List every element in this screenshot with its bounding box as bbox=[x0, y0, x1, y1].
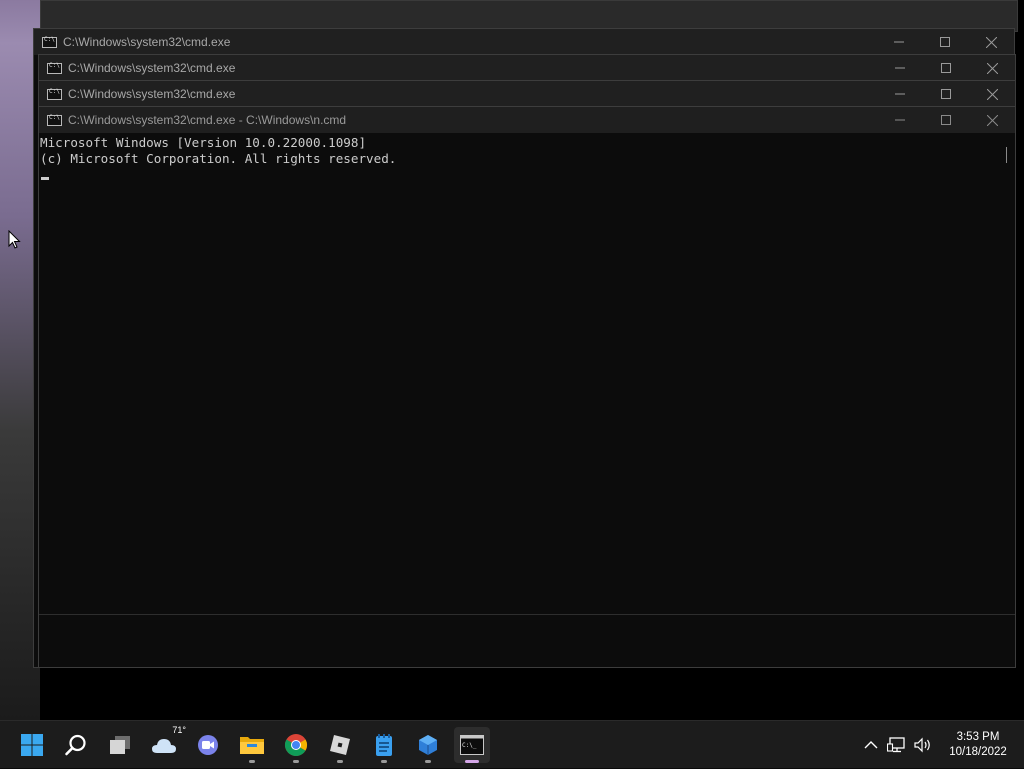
close-button[interactable] bbox=[969, 81, 1015, 107]
clock-date: 10/18/2022 bbox=[949, 746, 1007, 758]
console-line-copyright: (c) Microsoft Corporation. All rights re… bbox=[40, 151, 397, 166]
file-explorer-icon bbox=[240, 737, 264, 754]
close-button[interactable] bbox=[969, 107, 1015, 133]
minimize-button[interactable] bbox=[877, 81, 923, 107]
cmd-icon bbox=[47, 62, 62, 74]
cmd-icon bbox=[47, 114, 62, 126]
window-title: C:\Windows\system32\cmd.exe bbox=[63, 35, 231, 49]
maximize-icon bbox=[940, 37, 950, 47]
system-tray: 3:53 PM 10/18/2022 bbox=[860, 721, 1024, 769]
network-icon bbox=[887, 737, 905, 753]
minimize-icon bbox=[895, 67, 905, 69]
active-indicator bbox=[465, 760, 479, 763]
cmd-icon bbox=[47, 88, 62, 100]
clock-time: 3:53 PM bbox=[956, 731, 1000, 743]
cmd-button[interactable]: C:\_ bbox=[454, 727, 490, 763]
roblox-icon bbox=[330, 735, 350, 755]
console-line-version: Microsoft Windows [Version 10.0.22000.10… bbox=[40, 135, 367, 150]
speaker-icon bbox=[914, 737, 930, 753]
chat-icon bbox=[198, 735, 218, 755]
maximize-button[interactable] bbox=[923, 81, 969, 107]
close-icon bbox=[986, 114, 998, 126]
volume-button[interactable] bbox=[912, 734, 934, 756]
weather-temperature: 71° bbox=[172, 725, 186, 735]
taskbar: 71° C:\_ 3:53 PM 10/18/2022 bbox=[0, 720, 1024, 768]
maximize-button[interactable] bbox=[923, 107, 969, 133]
text-cursor bbox=[41, 177, 49, 180]
network-button[interactable] bbox=[886, 734, 908, 756]
running-indicator bbox=[425, 760, 431, 763]
maximize-icon bbox=[941, 63, 951, 73]
maximize-button[interactable] bbox=[922, 29, 968, 55]
chrome-icon bbox=[285, 734, 307, 756]
title-bar[interactable]: C:\Windows\system32\cmd.exe bbox=[39, 81, 1015, 107]
clock[interactable]: 3:53 PM 10/18/2022 bbox=[938, 730, 1018, 760]
file-explorer-button[interactable] bbox=[234, 727, 270, 763]
minimize-icon bbox=[894, 41, 904, 43]
running-indicator bbox=[249, 760, 255, 763]
title-bar[interactable]: C:\Windows\system32\cmd.exe bbox=[39, 55, 1015, 81]
close-button[interactable] bbox=[968, 29, 1014, 55]
chat-button[interactable] bbox=[190, 727, 226, 763]
maximize-icon bbox=[941, 115, 951, 125]
weather-widget[interactable]: 71° bbox=[146, 725, 186, 763]
notepad-icon bbox=[376, 734, 392, 756]
cmd-window-active[interactable]: C:\Windows\system32\cmd.exe - C:\Windows… bbox=[38, 106, 1016, 668]
running-indicator bbox=[337, 760, 343, 763]
close-icon bbox=[986, 88, 998, 100]
minimize-button[interactable] bbox=[876, 29, 922, 55]
show-hidden-icons-button[interactable] bbox=[860, 734, 882, 756]
window-title: C:\Windows\system32\cmd.exe - C:\Windows… bbox=[68, 113, 347, 127]
cmd-icon bbox=[42, 36, 57, 48]
desktop: C:\Windows\system32\cmd.exe C:\Windows\s… bbox=[0, 0, 1024, 720]
maximize-button[interactable] bbox=[923, 55, 969, 81]
running-indicator bbox=[381, 760, 387, 763]
cmd-icon: C:\_ bbox=[460, 735, 484, 755]
minimize-button[interactable] bbox=[877, 55, 923, 81]
close-icon bbox=[985, 36, 997, 48]
chevron-up-icon bbox=[864, 741, 878, 749]
minimize-icon bbox=[895, 119, 905, 121]
scrollbar-thumb[interactable] bbox=[1006, 147, 1007, 163]
task-view-icon bbox=[110, 736, 130, 754]
notepad-button[interactable] bbox=[366, 727, 402, 763]
window-title: C:\Windows\system32\cmd.exe bbox=[68, 61, 236, 75]
close-button[interactable] bbox=[969, 55, 1015, 81]
cube-app-button[interactable] bbox=[410, 727, 446, 763]
windows-start-icon bbox=[21, 734, 43, 756]
window-title: C:\Windows\system32\cmd.exe bbox=[68, 87, 236, 101]
chrome-button[interactable] bbox=[278, 727, 314, 763]
search-button[interactable] bbox=[58, 727, 94, 763]
app-cube-icon bbox=[419, 735, 437, 755]
title-bar[interactable]: C:\Windows\system32\cmd.exe bbox=[34, 29, 1014, 55]
console-lower-pane bbox=[39, 614, 1015, 667]
mouse-pointer-icon bbox=[8, 230, 21, 249]
maximize-icon bbox=[941, 89, 951, 99]
start-button[interactable] bbox=[14, 727, 50, 763]
minimize-icon bbox=[895, 93, 905, 95]
scrollbar[interactable] bbox=[1001, 133, 1015, 615]
search-icon bbox=[65, 734, 86, 756]
svg-text:C:\_: C:\_ bbox=[462, 742, 477, 749]
title-bar[interactable]: C:\Windows\system32\cmd.exe - C:\Windows… bbox=[39, 107, 1015, 133]
task-view-button[interactable] bbox=[102, 727, 138, 763]
running-indicator bbox=[293, 760, 299, 763]
minimize-button[interactable] bbox=[877, 107, 923, 133]
console-output[interactable]: Microsoft Windows [Version 10.0.22000.10… bbox=[39, 133, 1015, 667]
weather-icon bbox=[152, 739, 176, 753]
close-icon bbox=[986, 62, 998, 74]
roblox-button[interactable] bbox=[322, 727, 358, 763]
